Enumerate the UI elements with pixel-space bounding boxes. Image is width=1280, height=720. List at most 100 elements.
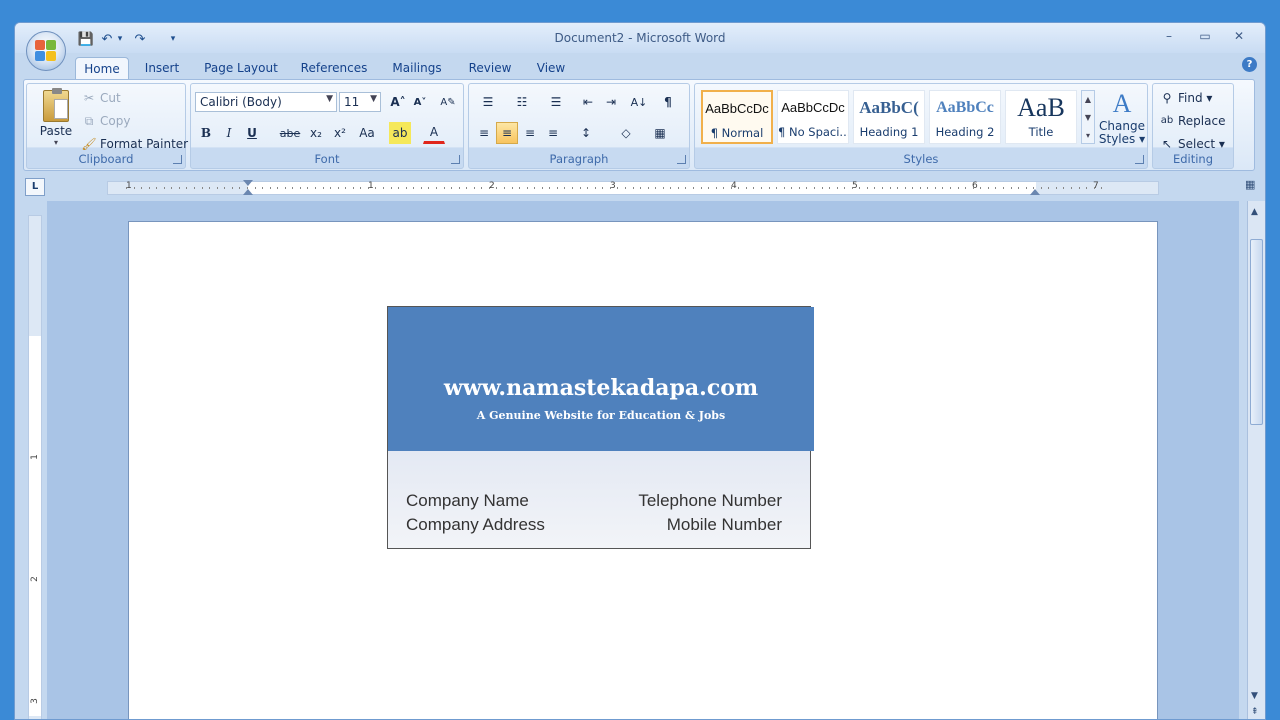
style-title[interactable]: AaB Title: [1005, 90, 1077, 144]
first-line-indent-marker[interactable]: [243, 180, 253, 186]
ruler-bar: L 1 1 2 3 4 5 6 7 ▦: [15, 173, 1265, 199]
styles-launcher-icon[interactable]: [1135, 155, 1144, 164]
font-name-combo[interactable]: Calibri (Body) ▼: [195, 92, 337, 112]
vertical-ruler-number: 1: [29, 454, 40, 460]
ruler-tick: [882, 187, 883, 189]
tab-review[interactable]: Review: [463, 57, 517, 80]
tab-references[interactable]: References: [295, 57, 373, 80]
select-button[interactable]: ↖ Select ▾: [1159, 136, 1225, 152]
clear-formatting-button[interactable]: A✎: [437, 91, 459, 113]
copy-button[interactable]: ⧉ Copy: [81, 113, 131, 129]
decrease-indent-button[interactable]: ⇤: [577, 91, 599, 113]
right-indent-marker[interactable]: [1030, 189, 1040, 195]
maximize-button[interactable]: ▭: [1193, 29, 1217, 47]
ruler-tick: [972, 187, 974, 189]
line-spacing-button[interactable]: ↕: [571, 122, 601, 144]
align-center-button[interactable]: ≡: [496, 122, 518, 144]
ruler-tick: [277, 187, 279, 189]
business-card[interactable]: www.namastekadapa.com A Genuine Website …: [387, 306, 814, 549]
superscript-button[interactable]: x²: [329, 122, 351, 144]
align-right-button[interactable]: ≡: [519, 122, 541, 144]
style-no-spacing[interactable]: AaBbCcDc ¶ No Spaci...: [777, 90, 849, 144]
italic-button[interactable]: I: [218, 122, 240, 144]
ruler-tick: [995, 187, 997, 189]
font-name-dropdown-icon[interactable]: ▼: [326, 94, 333, 104]
shading-button[interactable]: ◇: [611, 122, 641, 144]
grow-font-button[interactable]: A˄: [387, 91, 409, 113]
clipboard-launcher-icon[interactable]: [173, 155, 182, 164]
justify-button[interactable]: ≡: [542, 122, 564, 144]
paste-icon: [43, 88, 69, 122]
ruler-number: 3: [610, 181, 616, 191]
left-indent-marker[interactable]: [243, 189, 253, 195]
show-marks-button[interactable]: ¶: [657, 91, 679, 113]
document-page[interactable]: www.namastekadapa.com A Genuine Website …: [128, 221, 1158, 719]
view-ruler-icon[interactable]: ▦: [1245, 178, 1259, 194]
style-heading-2-sample: AaBbCc: [936, 99, 994, 116]
ruler-tick: [904, 187, 906, 189]
tab-home[interactable]: Home: [75, 57, 129, 80]
styles-scroll[interactable]: ▲ ▼ ▾: [1081, 90, 1095, 144]
change-styles-button[interactable]: A Change Styles ▾: [1097, 88, 1147, 152]
style-heading-2[interactable]: AaBbCc Heading 2: [929, 90, 1001, 144]
shrink-font-button[interactable]: A˅: [409, 91, 431, 113]
close-button[interactable]: ✕: [1227, 29, 1251, 47]
style-heading-1[interactable]: AaBbC( Heading 1: [853, 90, 925, 144]
tab-view[interactable]: View: [529, 57, 573, 80]
font-launcher-icon[interactable]: [451, 155, 460, 164]
minimize-button[interactable]: –: [1157, 29, 1181, 47]
scroll-thumb[interactable]: [1250, 239, 1263, 425]
ruler-tick: [269, 187, 271, 189]
bullets-button[interactable]: ☰: [473, 91, 503, 113]
increase-indent-button[interactable]: ⇥: [600, 91, 622, 113]
help-icon[interactable]: ?: [1242, 57, 1257, 72]
numbering-button[interactable]: ☷: [507, 91, 537, 113]
horizontal-ruler[interactable]: 1 1 2 3 4 5 6 7: [107, 180, 1159, 195]
scroll-up-icon[interactable]: ▲: [1251, 207, 1258, 217]
change-case-button[interactable]: Aa: [353, 122, 381, 144]
font-size-combo[interactable]: 11 ▼: [339, 92, 381, 112]
previous-page-icon[interactable]: ⇞: [1251, 707, 1259, 717]
change-styles-label-2: Styles ▾: [1098, 132, 1146, 146]
ruler-tick: [201, 187, 203, 189]
style-normal[interactable]: AaBbCcDc ¶ Normal: [701, 90, 773, 144]
ruler-tick: [640, 187, 642, 189]
font-size-value: 11: [344, 95, 360, 109]
ruler-tick: [231, 187, 233, 189]
strikethrough-button[interactable]: abe: [277, 122, 303, 144]
ruler-tick: [383, 187, 385, 189]
subscript-button[interactable]: x₂: [305, 122, 327, 144]
office-button[interactable]: [26, 31, 66, 71]
paste-button[interactable]: Paste ▾: [37, 88, 75, 154]
borders-button[interactable]: ▦: [645, 122, 675, 144]
font-size-dropdown-icon[interactable]: ▼: [370, 94, 377, 104]
multilevel-list-button[interactable]: ☰: [541, 91, 571, 113]
card-company-name: Company Name: [406, 491, 529, 510]
underline-button[interactable]: U: [241, 122, 263, 144]
tab-insert[interactable]: Insert: [137, 57, 187, 80]
highlight-button[interactable]: ab: [389, 122, 411, 144]
replace-button[interactable]: ab Replace: [1159, 113, 1226, 129]
bold-button[interactable]: B: [195, 122, 217, 144]
scroll-down-icon[interactable]: ▼: [1251, 691, 1258, 701]
paragraph-launcher-icon[interactable]: [677, 155, 686, 164]
ruler-tick: [262, 187, 264, 189]
ruler-tick: [1093, 187, 1095, 189]
tab-page-layout[interactable]: Page Layout: [201, 57, 281, 80]
sort-button[interactable]: A↓: [627, 91, 651, 113]
ruler-tick: [723, 187, 725, 189]
tab-selector[interactable]: L: [25, 178, 45, 196]
ruler-tick: [889, 187, 891, 189]
find-button[interactable]: ⚲ Find ▾: [1159, 90, 1213, 106]
cut-button[interactable]: ✂ Cut: [81, 90, 121, 106]
ruler-tick: [216, 187, 218, 189]
vertical-scrollbar[interactable]: ▲ ▼ ⇞: [1247, 201, 1265, 719]
ribbon: Paste ▾ ✂ Cut ⧉ Copy 🖌 Format Painter Clipb…: [23, 79, 1255, 171]
font-color-button[interactable]: A: [423, 122, 445, 144]
format-painter-button[interactable]: 🖌 Format Painter: [81, 136, 188, 152]
align-left-button[interactable]: ≡: [473, 122, 495, 144]
ruler-tick: [564, 187, 566, 189]
vertical-ruler[interactable]: 1 2 3: [28, 215, 42, 719]
tab-mailings[interactable]: Mailings: [385, 57, 449, 80]
ruler-tick: [957, 187, 959, 189]
